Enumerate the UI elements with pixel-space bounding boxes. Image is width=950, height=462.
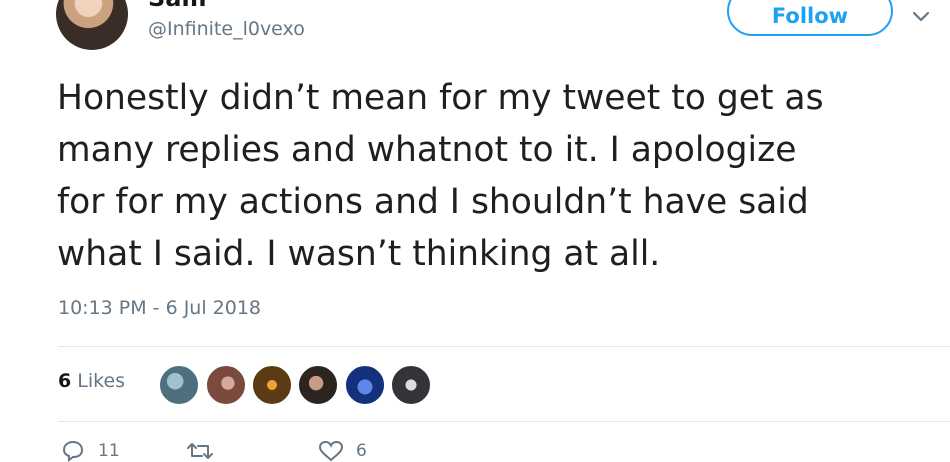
like-button[interactable]: 6 [318,440,367,462]
tweet-line: what I said. I wasn’t thinking at all. [57,234,661,274]
tweet-line: Honestly didn’t mean for my tweet to get… [57,78,824,118]
likes-count: 6 [58,370,72,392]
likes-label: Likes [77,370,126,392]
chevron-down-icon[interactable] [906,2,936,32]
liker-avatar[interactable] [251,364,293,406]
like-count: 6 [356,441,367,461]
likes-stat[interactable]: 6 Likes [58,370,125,392]
liker-avatar[interactable] [158,364,200,406]
liker-avatar[interactable] [344,364,386,406]
author-display-name[interactable]: Sam [148,0,207,12]
reply-button[interactable]: 11 [60,440,120,462]
retweet-button[interactable] [186,440,226,462]
follow-button[interactable]: Follow [727,0,893,36]
retweet-icon [187,443,213,459]
divider [58,421,950,422]
divider [58,346,950,347]
tweet-text: Honestly didn’t mean for my tweet to get… [57,72,937,280]
reply-icon [62,440,84,462]
tweet-line: for for my actions and I shouldn’t have … [57,182,809,222]
tweet-line: many replies and whatnot to it. I apolog… [57,130,797,170]
tweet-timestamp[interactable]: 10:13 PM - 6 Jul 2018 [58,297,261,319]
reply-count: 11 [98,441,120,461]
liker-avatar[interactable] [297,364,339,406]
heart-icon [318,440,344,462]
author-avatar[interactable] [56,0,128,50]
liker-avatar[interactable] [390,364,432,406]
author-handle[interactable]: @Infinite_l0vexo [148,18,305,40]
liker-avatar[interactable] [205,364,247,406]
